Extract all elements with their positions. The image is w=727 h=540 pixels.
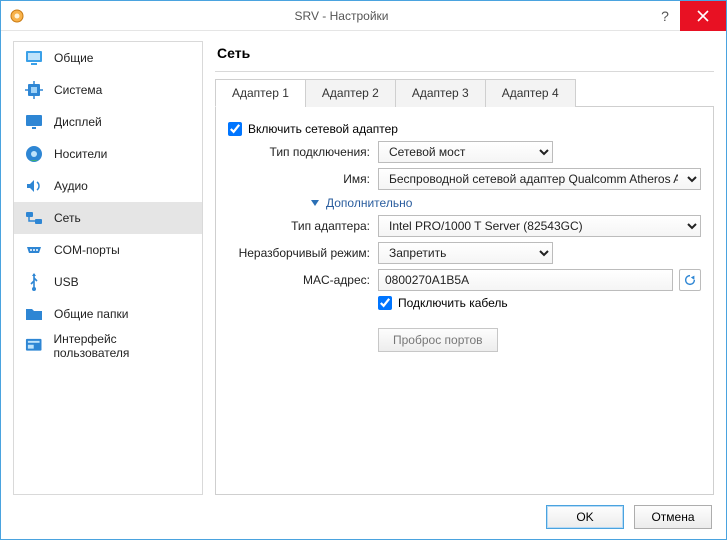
ok-button[interactable]: OK bbox=[546, 505, 624, 529]
chip-icon bbox=[24, 80, 44, 100]
sidebar-item-label: USB bbox=[54, 275, 79, 289]
sidebar-item-label: Дисплей bbox=[54, 115, 102, 129]
sidebar-item-serial[interactable]: COM-порты bbox=[14, 234, 202, 266]
connection-type-select[interactable]: Сетевой мост bbox=[378, 141, 553, 163]
promiscuous-label: Неразборчивый режим: bbox=[228, 246, 378, 260]
mac-label: MAC-адрес: bbox=[228, 273, 378, 287]
enable-adapter-checkbox[interactable] bbox=[228, 122, 242, 136]
sidebar-item-label: Интерфейс пользователя bbox=[53, 332, 192, 360]
titlebar: SRV - Настройки ? bbox=[1, 1, 726, 31]
tab-adapter-1[interactable]: Адаптер 1 bbox=[215, 79, 306, 107]
sidebar-item-network[interactable]: Сеть bbox=[14, 202, 202, 234]
monitor-icon bbox=[24, 48, 44, 68]
window-title: SRV - Настройки bbox=[33, 9, 650, 23]
adapter-panel: Включить сетевой адаптер Тип подключения… bbox=[215, 107, 714, 495]
sidebar-item-label: Общие bbox=[54, 51, 93, 65]
close-icon bbox=[697, 10, 709, 22]
sidebar-item-ui[interactable]: Интерфейс пользователя bbox=[14, 330, 202, 362]
advanced-label: Дополнительно bbox=[326, 196, 412, 210]
sidebar-item-storage[interactable]: Носители bbox=[14, 138, 202, 170]
cable-checkbox[interactable] bbox=[378, 296, 392, 310]
mac-input[interactable] bbox=[378, 269, 673, 291]
adapter-name-select[interactable]: Беспроводной сетевой адаптер Qualcomm At… bbox=[378, 168, 701, 190]
adapter-type-label: Тип адаптера: bbox=[228, 219, 378, 233]
divider bbox=[215, 71, 714, 72]
ui-icon bbox=[24, 336, 43, 356]
network-icon bbox=[24, 208, 44, 228]
advanced-toggle[interactable]: Дополнительно bbox=[310, 196, 701, 210]
main-panel: Сеть Адаптер 1 Адаптер 2 Адаптер 3 Адапт… bbox=[215, 41, 714, 495]
sidebar-item-general[interactable]: Общие bbox=[14, 42, 202, 74]
sidebar-item-usb[interactable]: USB bbox=[14, 266, 202, 298]
panel-title: Сеть bbox=[215, 41, 714, 71]
category-sidebar: Общие Система Дисплей Носители Аудио Сет bbox=[13, 41, 203, 495]
connection-type-label: Тип подключения: bbox=[228, 145, 378, 159]
help-button[interactable]: ? bbox=[650, 8, 680, 24]
sidebar-item-label: Общие папки bbox=[54, 307, 128, 321]
tab-adapter-2[interactable]: Адаптер 2 bbox=[305, 79, 396, 107]
sidebar-item-label: COM-порты bbox=[54, 243, 120, 257]
display-icon bbox=[24, 112, 44, 132]
cable-label: Подключить кабель bbox=[398, 296, 508, 310]
app-icon bbox=[9, 8, 25, 24]
enable-adapter-label: Включить сетевой адаптер bbox=[248, 122, 398, 136]
chevron-down-icon bbox=[310, 198, 320, 208]
mac-refresh-button[interactable] bbox=[679, 269, 701, 291]
close-button[interactable] bbox=[680, 1, 726, 31]
folder-icon bbox=[24, 304, 44, 324]
port-forwarding-button[interactable]: Проброс портов bbox=[378, 328, 498, 352]
serial-icon bbox=[24, 240, 44, 260]
name-label: Имя: bbox=[228, 172, 378, 186]
sidebar-item-audio[interactable]: Аудио bbox=[14, 170, 202, 202]
sidebar-item-label: Аудио bbox=[54, 179, 88, 193]
refresh-icon bbox=[683, 273, 697, 287]
sidebar-item-label: Носители bbox=[54, 147, 107, 161]
sidebar-item-label: Система bbox=[54, 83, 102, 97]
usb-icon bbox=[24, 272, 44, 292]
sidebar-item-shared[interactable]: Общие папки bbox=[14, 298, 202, 330]
sidebar-item-label: Сеть bbox=[54, 211, 81, 225]
dialog-footer: OK Отмена bbox=[1, 495, 726, 539]
disk-icon bbox=[24, 144, 44, 164]
sidebar-item-display[interactable]: Дисплей bbox=[14, 106, 202, 138]
settings-window: SRV - Настройки ? Общие Система Дисплей … bbox=[0, 0, 727, 540]
tab-adapter-4[interactable]: Адаптер 4 bbox=[485, 79, 576, 107]
adapter-tabs: Адаптер 1 Адаптер 2 Адаптер 3 Адаптер 4 bbox=[215, 78, 714, 107]
tab-adapter-3[interactable]: Адаптер 3 bbox=[395, 79, 486, 107]
sidebar-item-system[interactable]: Система bbox=[14, 74, 202, 106]
adapter-type-select[interactable]: Intel PRO/1000 T Server (82543GC) bbox=[378, 215, 701, 237]
speaker-icon bbox=[24, 176, 44, 196]
promiscuous-select[interactable]: Запретить bbox=[378, 242, 553, 264]
cancel-button[interactable]: Отмена bbox=[634, 505, 712, 529]
